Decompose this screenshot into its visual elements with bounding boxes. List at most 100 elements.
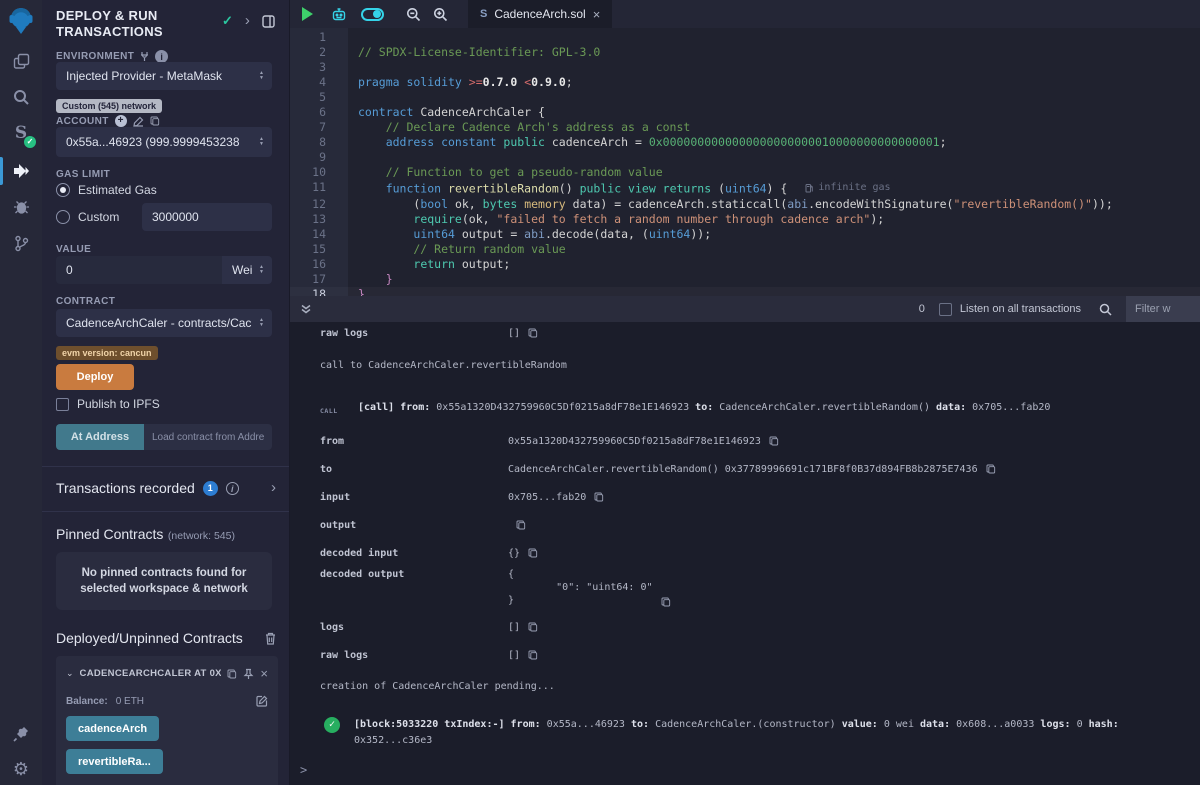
terminal-filter-input[interactable] — [1126, 296, 1200, 322]
tab-cadencearch-sol[interactable]: S CadenceArch.sol × — [468, 0, 612, 28]
terminal-row: call to CadenceArchCaler.revertibleRando… — [290, 359, 1200, 372]
line-number: 4 — [290, 75, 348, 90]
copy-account-icon[interactable] — [150, 116, 160, 126]
code-line[interactable]: 18} — [290, 287, 1200, 297]
copy-icon[interactable] — [661, 597, 671, 607]
value-unit-select[interactable]: Wei ▲▼ — [222, 256, 272, 284]
tx-recorded-label: Transactions recorded — [56, 480, 195, 496]
remix-logo-icon[interactable] — [7, 6, 35, 36]
pin-icon[interactable] — [243, 668, 254, 680]
code-text: (bool ok, bytes memory data) = cadenceAr… — [348, 197, 1113, 212]
copy-icon[interactable] — [528, 650, 538, 660]
code-line[interactable]: 13 require(ok, "failed to fetch a random… — [290, 212, 1200, 227]
env-plug-icon[interactable] — [140, 51, 149, 62]
code-line[interactable]: 7 // Declare Cadence Arch's address as a… — [290, 120, 1200, 135]
log-value: [] — [508, 649, 520, 662]
copy-icon[interactable] — [986, 464, 996, 474]
copy-icon[interactable] — [516, 520, 526, 530]
code-line[interactable]: 3 — [290, 60, 1200, 75]
solidity-compiler-icon[interactable]: S ✓ — [0, 116, 42, 150]
custom-gas-radio[interactable] — [56, 210, 70, 224]
code-line[interactable]: 10 // Function to get a pseudo-random va… — [290, 165, 1200, 180]
listen-all-checkbox[interactable] — [939, 303, 952, 316]
publish-ipfs-label: Publish to IPFS — [77, 397, 160, 411]
terminal-row: decoded input{} — [290, 547, 1200, 560]
close-tab-icon[interactable]: × — [593, 7, 601, 22]
edit-balance-icon[interactable] — [256, 695, 268, 707]
close-card-icon[interactable]: × — [260, 666, 268, 681]
copy-icon[interactable] — [769, 436, 779, 446]
settings-icon[interactable]: ⚙ — [0, 752, 42, 785]
code-line[interactable]: 5 — [290, 90, 1200, 105]
line-number: 18 — [290, 287, 348, 297]
plugin-manager-icon[interactable] — [0, 716, 42, 750]
code-line[interactable]: 12 (bool ok, bytes memory data) = cadenc… — [290, 197, 1200, 212]
code-line[interactable]: 16 return output; — [290, 257, 1200, 272]
panel-layout-icon[interactable] — [262, 15, 275, 28]
listen-all-label: Listen on all transactions — [960, 303, 1081, 315]
contract-select[interactable]: CadenceArchCaler - contracts/Cac ▲▼ — [56, 309, 272, 337]
tx-success-row[interactable]: ✓[block:5033220 txIndex:-] from: 0x55a..… — [290, 717, 1200, 749]
balance-value: 0 ETH — [116, 696, 144, 707]
git-icon[interactable] — [0, 226, 42, 260]
revertible-random-button[interactable]: revertibleRa... — [66, 749, 163, 774]
copy-icon[interactable] — [528, 548, 538, 558]
at-address-input[interactable] — [144, 424, 272, 450]
collapse-terminal-icon[interactable] — [300, 303, 312, 315]
contract-label: CONTRACT — [56, 296, 115, 307]
call-log-row[interactable]: CALL[call] from: 0x55a1320D432759960C5Df… — [290, 401, 1200, 415]
estimated-gas-radio[interactable] — [56, 183, 70, 197]
copy-address-icon[interactable] — [227, 669, 237, 679]
code-line[interactable]: 11 function revertibleRandom() public vi… — [290, 180, 1200, 197]
publish-ipfs-checkbox[interactable] — [56, 398, 69, 411]
code-area[interactable]: 12// SPDX-License-Identifier: GPL-3.034p… — [290, 30, 1200, 296]
terminal-prompt[interactable]: > — [300, 763, 307, 777]
terminal-row: output — [290, 519, 1200, 532]
terminal: 0 Listen on all transactions raw logs[]c… — [290, 296, 1200, 785]
file-explorer-icon[interactable] — [0, 44, 42, 78]
environment-select[interactable]: Injected Provider - MetaMask ▲▼ — [56, 62, 272, 90]
line-number: 7 — [290, 120, 348, 135]
line-number: 14 — [290, 227, 348, 242]
deployed-contract-name[interactable]: CADENCEARCHCALER AT 0X — [80, 668, 222, 679]
tx-info-icon[interactable]: i — [226, 482, 239, 495]
log-value: { "0": "uint64: 0" } — [508, 568, 653, 607]
zoom-in-icon[interactable] — [433, 7, 448, 22]
search-icon[interactable] — [0, 80, 42, 114]
trash-icon[interactable] — [265, 632, 276, 645]
copy-icon[interactable] — [594, 492, 604, 502]
run-script-icon[interactable] — [302, 7, 313, 21]
code-line[interactable]: 8 address constant public cadenceArch = … — [290, 135, 1200, 150]
code-line[interactable]: 6contract CadenceArchCaler { — [290, 105, 1200, 120]
chevron-updown-icon: ▲▼ — [259, 71, 264, 81]
copy-icon[interactable] — [528, 622, 538, 632]
code-line[interactable]: 14 uint64 output = abi.decode(data, (uin… — [290, 227, 1200, 242]
log-value: [] — [508, 621, 520, 634]
add-account-icon[interactable]: + — [115, 115, 127, 127]
cadence-arch-button[interactable]: cadenceArch — [66, 716, 159, 741]
deploy-run-icon[interactable] — [0, 154, 42, 188]
custom-gas-input[interactable] — [142, 203, 272, 231]
tx-expand-icon[interactable]: › — [271, 482, 276, 494]
card-collapse-icon[interactable]: ⌄ — [66, 668, 74, 679]
edit-account-icon[interactable] — [133, 116, 144, 127]
at-address-button[interactable]: At Address — [56, 424, 144, 450]
code-line[interactable]: 17 } — [290, 272, 1200, 287]
deployed-title: Deployed/Unpinned Contracts — [56, 630, 243, 646]
debugger-icon[interactable] — [0, 190, 42, 224]
ai-copilot-icon[interactable] — [331, 7, 347, 22]
terminal-search-icon[interactable] — [1099, 303, 1112, 316]
account-select[interactable]: 0x55a...46923 (999.9999453238 ▲▼ — [56, 127, 272, 157]
deploy-button[interactable]: Deploy — [56, 364, 134, 390]
code-line[interactable]: 4pragma solidity >=0.7.0 <0.9.0; — [290, 75, 1200, 90]
code-line[interactable]: 15 // Return random value — [290, 242, 1200, 257]
code-line[interactable]: 2// SPDX-License-Identifier: GPL-3.0 — [290, 45, 1200, 60]
log-value: [] — [508, 327, 520, 340]
panel-forward-icon[interactable]: › — [245, 15, 250, 27]
copy-icon[interactable] — [528, 328, 538, 338]
copilot-toggle[interactable] — [361, 8, 384, 21]
value-input[interactable] — [56, 256, 222, 284]
code-line[interactable]: 9 — [290, 150, 1200, 165]
zoom-out-icon[interactable] — [406, 7, 421, 22]
code-line[interactable]: 1 — [290, 30, 1200, 45]
